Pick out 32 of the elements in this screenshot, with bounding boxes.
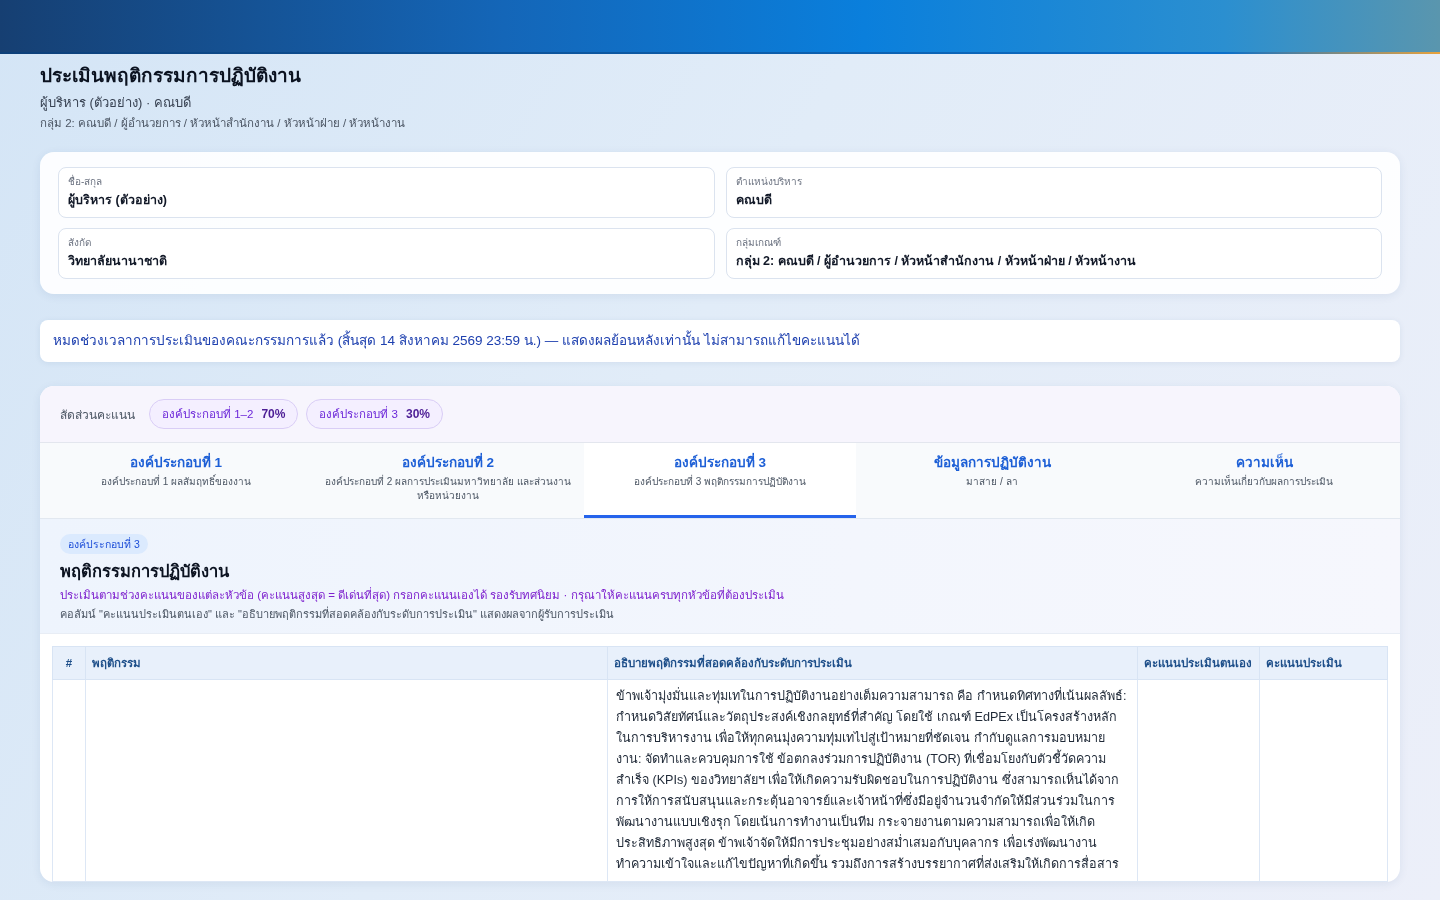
field-label: สังกัด xyxy=(68,236,92,250)
field-value: วิทยาลัยนานาชาติ xyxy=(68,253,168,270)
column-header: อธิบายพฤติกรรมที่สอดคล้องกับระดับการประเมิน xyxy=(607,646,1138,680)
column-header: # xyxy=(52,646,86,680)
field-value: ผู้บริหาร (ตัวอย่าง) xyxy=(68,192,168,210)
table-cell-text: ข้าพเจ้ามุ่งมั่นและทุ่มเทในการปฏิบัติงานอย่างเต็มความสามารถ คือ กำหนดทิศทางที่เน้นผลลัพธ์: กำหนดวิสัยทัศน์และวัตถุประสงค์เชิงกลยุทธ์ที่สำคัญ โดยใช้ เกณฑ์ EdPEx เป็นโครงสร้างหลักในการบริหารงาน เพื่อให้ทุกคนมุ่งความทุ่มเทไปสู่เป้าหมายที่ชัดเจน กำกับดูแลการมอบหมายงาน: จัดทำและควบคุมการใช้ ข้อตกลงร่วมการปฏิบัติงาน (TOR) ที่เชื่อมโยงกับตัวชี้วัดความสำเร็จ (KPIs) ของวิทยาลัยฯ เพื่อให้เกิดความรับผิดชอบในการปฏิบัติงาน ซึ่งสามารถเห็นได้จากการให้การสนับสนุนและกระตุ้นอาจารย์และเจ้าหน้าที่ซึ่งมีอยู่จำนวนจำกัดให้มีส่วนร่วมในการพัฒนางานแบบเชิงรุก โดยเน้นการทำงานเป็นทีม กระจายงานตามความสามารถเพื่อให้เกิดประสิทธิภาพสูงสุด ข้าพเจ้าจัดให้มีการประชุมอย่างสม่ำเสมอกับบุคลากร เพื่อเร่งพัฒนางานทำความเข้าใจและแก้ไขปัญหาที่เกิดขึ้น รวมถึงการสร้างบรรยากาศที่ส่งเสริมให้เกิดการสื่อสาร xyxy=(616,686,1128,873)
field-label: ชื่อ-สกุล xyxy=(68,174,104,189)
section-title: พฤติกรรมการปฏิบัติงาน xyxy=(60,561,230,583)
note-text: คอลัมน์ "คะแนนประเมินตนเอง" และ "อธิบายพฤติกรรมที่สอดคล้องกับระดับการประเมิน" แสดงผลจากผู้รับการประเมิน xyxy=(60,605,615,623)
page-subtitle: ผู้บริหาร (ตัวอย่าง) · คณบดี xyxy=(40,94,192,113)
field-label: กลุ่มเกณฑ์ xyxy=(735,236,782,250)
tab[interactable]: องค์ประกอบที่ 2 องค์ประกอบที่ 2 ผลการประเมินมหาวิทยาลัย และส่วนงานหรือหน่วยงาน xyxy=(312,443,584,518)
chip-label: องค์ประกอบที่ 3 xyxy=(319,405,398,422)
tab[interactable]: ความเห็น ความเห็นเกี่ยวกับผลการประเมิน xyxy=(1128,443,1400,518)
ratio-label: สัดส่วนคะแนน xyxy=(60,406,135,424)
notice-message: หมดช่วงเวลาการประเมินของคณะกรรมการแล้ว (สิ้นสุด 14 สิงหาคม 2569 23:59 น.) — แสดงผลย้อนหลังเท่านั้น ไม่สามารถแก้ไขคะแนนได้ xyxy=(40,320,1400,362)
instruction-text: ประเมินตามช่วงคะแนนของแต่ละหัวข้อ (คะแนนสูงสุด = ดีเด่นที่สุด) กรอกคะแนนเองได้ รองรับทศนิยม · กรุณาให้คะแนนครบทุกหัวข้อที่ต้องประเมิน xyxy=(60,586,785,604)
component-badge: องค์ประกอบที่ 3 xyxy=(60,534,148,554)
field-value: กลุ่ม 2: คณบดี / ผู้อำนวยการ / หัวหน้าสำนักงาน / หัวหน้าฝ่าย / หัวหน้างาน xyxy=(735,253,1138,271)
field-value: คณบดี xyxy=(735,192,773,209)
page-title: ประเมินพฤติกรรมการปฏิบัติงาน xyxy=(40,64,302,89)
chip-value: 70% xyxy=(261,407,286,421)
column-header: พฤติกรรม xyxy=(85,646,608,680)
tab[interactable]: องค์ประกอบที่ 1 องค์ประกอบที่ 1 ผลสัมฤทธิ์ของงาน xyxy=(40,443,312,518)
tab[interactable]: องค์ประกอบที่ 3 องค์ประกอบที่ 3 พฤติกรรมการปฏิบัติงาน xyxy=(584,443,856,518)
column-header: คะแนนประเมินตนเอง xyxy=(1137,646,1260,680)
tab[interactable]: ข้อมูลการปฏิบัติงาน มาสาย / ลา xyxy=(856,443,1128,518)
field-label: ตำแหน่งบริหาร xyxy=(735,175,803,189)
criteria-group-text: กลุ่ม 2: คณบดี / ผู้อำนวยการ / หัวหน้าสำนักงาน / หัวหน้าฝ่าย / หัวหน้างาน xyxy=(40,116,407,132)
chip-label: องค์ประกอบที่ 1–2 xyxy=(162,405,254,422)
column-header: คะแนนประเมิน xyxy=(1259,646,1388,680)
chip-value: 30% xyxy=(406,407,431,421)
